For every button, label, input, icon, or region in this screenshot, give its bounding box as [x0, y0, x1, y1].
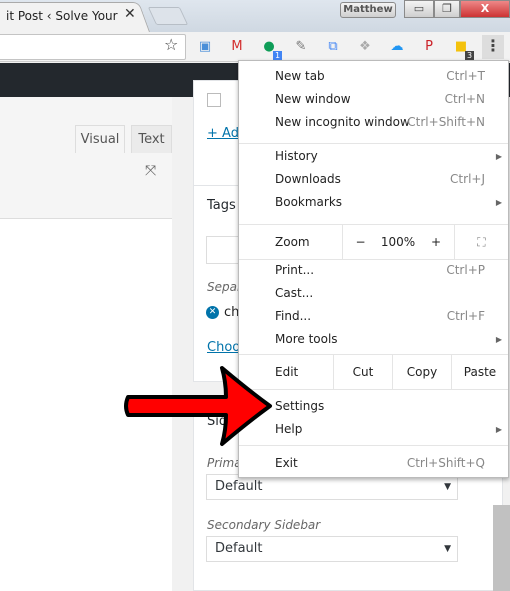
- arrow-shape: [124, 366, 272, 446]
- red-arrow-annotation: [124, 366, 272, 446]
